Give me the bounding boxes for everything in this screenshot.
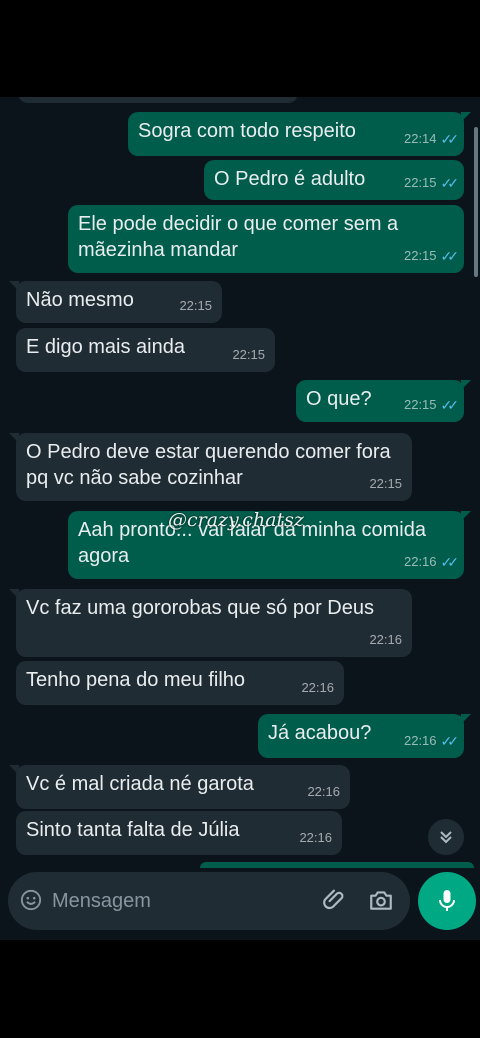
message-text: Ele pode decidir o que comer sem a mãezi… — [78, 213, 399, 261]
incoming-message[interactable]: E digo mais ainda 22:15 — [16, 328, 275, 372]
scrollbar[interactable] — [474, 127, 478, 277]
message-text: Vc é mal criada né garota — [26, 773, 254, 795]
message-text: Sogra com todo respeito — [138, 120, 356, 142]
double-check-icon: ✓✓ — [440, 175, 460, 191]
incoming-message[interactable]: Sinto tanta falta de Júlia 22:16 — [16, 811, 342, 855]
message-time: 22:16 — [307, 784, 340, 799]
message-text: O Pedro deve estar querendo comer fora p… — [26, 441, 391, 489]
double-check-icon: ✓✓ — [440, 397, 460, 413]
double-check-icon: ✓✓ — [440, 733, 460, 749]
message-time: 22:15 — [403, 248, 437, 263]
message-time: 22:15 — [179, 298, 212, 313]
message-text: Sinto tanta falta de Júlia — [26, 819, 240, 841]
double-check-icon: ✓✓ — [440, 131, 460, 147]
incoming-message[interactable]: Vc é mal criada né garota 22:16 — [9, 765, 350, 809]
message-text: E digo mais ainda — [26, 336, 185, 358]
double-check-icon: ✓✓ — [440, 248, 460, 264]
scroll-to-bottom-button[interactable] — [428, 819, 464, 855]
message-time: 22:14 — [403, 131, 437, 146]
watermark: @crazy.chatsz — [168, 509, 304, 531]
message-input[interactable] — [52, 886, 292, 916]
message-text: Já acabou? — [268, 722, 372, 744]
previous-message-bubble — [18, 97, 298, 103]
incoming-message[interactable]: Não mesmo 22:15 — [9, 281, 222, 323]
message-time: 22:15 — [232, 347, 265, 362]
message-time: 22:16 — [301, 680, 334, 695]
camera-icon[interactable] — [368, 887, 394, 913]
message-time: 22:15 — [403, 175, 437, 190]
outgoing-message[interactable]: O Pedro é adulto 22:15 ✓✓ — [204, 160, 464, 200]
message-time: 22:16 — [403, 554, 437, 569]
chevron-down-icon — [440, 831, 452, 844]
message-text: Tenho pena do meu filho — [26, 669, 246, 691]
outgoing-message[interactable]: Sogra com todo respeito 22:14 ✓✓ — [128, 112, 471, 156]
chat-area[interactable]: Sogra com todo respeito 22:14 ✓✓ O Pedro … — [0, 97, 480, 940]
message-text: Vc faz uma gororobas que só por Deus — [26, 597, 374, 619]
message-text: O que? — [306, 388, 372, 410]
message-text: O Pedro é adulto — [214, 168, 366, 190]
incoming-message[interactable]: Vc faz uma gororobas que só por Deus 22:… — [9, 589, 412, 657]
outgoing-message[interactable]: Ele pode decidir o que comer sem a mãezi… — [68, 205, 464, 273]
message-time: 22:16 — [369, 632, 402, 647]
outgoing-message[interactable]: Já acabou? 22:16 ✓✓ — [258, 714, 471, 758]
message-time: 22:15 — [369, 476, 402, 491]
mic-icon — [439, 890, 455, 911]
incoming-message[interactable]: O Pedro deve estar querendo comer fora p… — [9, 433, 412, 501]
next-message-bubble — [200, 862, 474, 868]
mic-button[interactable] — [418, 872, 476, 930]
incoming-message[interactable]: Tenho pena do meu filho 22:16 — [16, 661, 344, 705]
message-text: Não mesmo — [26, 289, 134, 311]
emoji-icon[interactable] — [20, 889, 42, 911]
message-composer — [8, 872, 410, 930]
message-time: 22:16 — [299, 830, 332, 845]
attach-icon[interactable] — [322, 887, 348, 913]
double-check-icon: ✓✓ — [440, 554, 460, 570]
message-time: 22:15 — [403, 397, 437, 412]
message-time: 22:16 — [403, 733, 437, 748]
outgoing-message[interactable]: O que? 22:15 ✓✓ — [296, 380, 471, 422]
